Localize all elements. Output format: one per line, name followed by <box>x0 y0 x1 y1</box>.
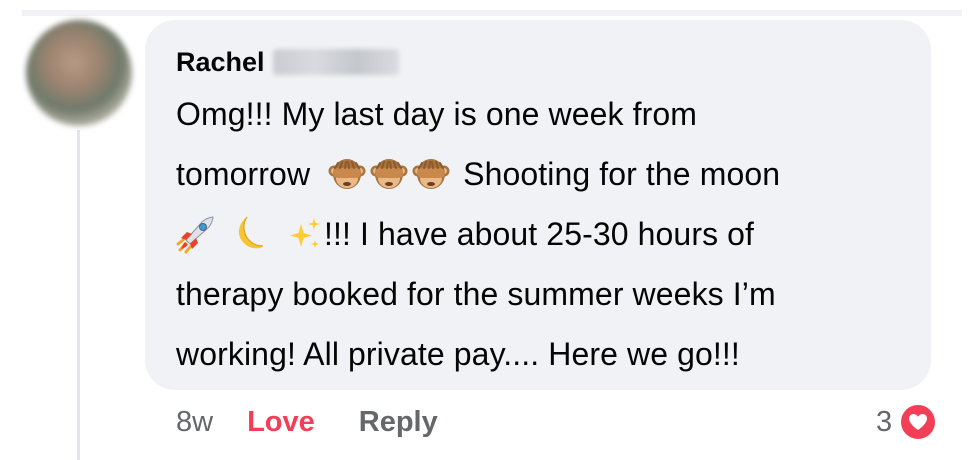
thread-line <box>77 130 80 460</box>
reaction-summary[interactable]: 3 <box>876 398 939 446</box>
heart-icon <box>909 414 928 430</box>
see-no-evil-monkey-icon <box>370 158 408 189</box>
author-row: Rachel <box>176 42 399 82</box>
avatar[interactable] <box>26 20 132 126</box>
comment-line: therapy booked for the summer weeks I’m <box>176 264 906 324</box>
see-no-evil-monkey-icon <box>412 158 450 189</box>
comment-text-segment: Shooting for the moon <box>463 156 781 192</box>
comment-text-segment: working! All private pay.... Here we go!… <box>176 336 740 372</box>
comment-line: tomorrow Shooting for the moon <box>176 144 906 204</box>
see-no-evil-monkey-icon <box>328 158 366 189</box>
top-divider <box>22 10 962 16</box>
rocket-icon <box>176 216 214 254</box>
comment-text: Omg!!! My last day is one week from tomo… <box>176 84 906 384</box>
comment-line: Omg!!! My last day is one week from <box>176 84 906 144</box>
comment-text-segment: !!! I have about 25-30 hours of <box>324 216 755 252</box>
blurred-surname <box>272 49 399 75</box>
comment-timestamp[interactable]: 8w <box>176 406 213 439</box>
heart-reaction-icon <box>898 402 939 442</box>
comment-text-segment: tomorrow <box>176 156 311 192</box>
crescent-moon-icon <box>238 216 264 248</box>
sparkles-icon <box>290 217 320 248</box>
author-name[interactable]: Rachel <box>176 47 265 78</box>
comment-line: working! All private pay.... Here we go!… <box>176 324 906 384</box>
love-button[interactable]: Love <box>247 406 315 439</box>
comment-text-segment: therapy booked for the summer weeks I’m <box>176 276 776 312</box>
reaction-count: 3 <box>876 405 893 438</box>
comment-text-segment: Omg!!! My last day is one week from <box>176 96 697 132</box>
reply-button[interactable]: Reply <box>359 406 438 439</box>
comment-line: !!! I have about 25-30 hours of <box>176 204 906 264</box>
comment-actions: 8w Love Reply <box>176 398 438 446</box>
